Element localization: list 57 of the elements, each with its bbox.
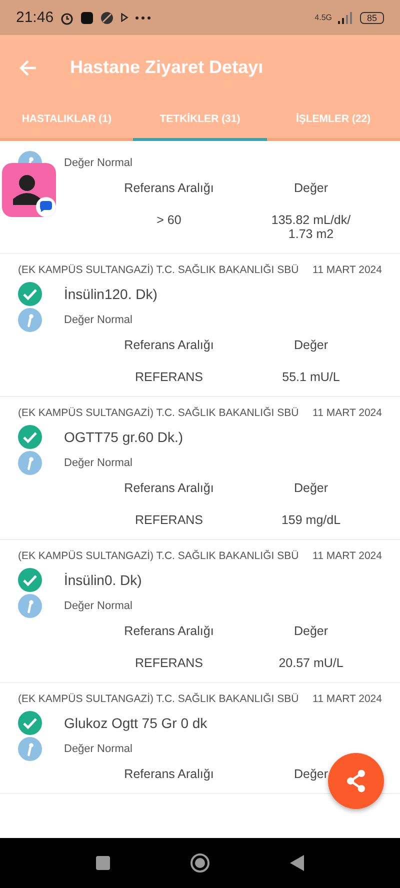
result-date: 11 MART 2024 [312,264,382,276]
more-icon [134,16,151,20]
test-name: İnsülin120. Dk) [64,286,158,302]
network-label: 4.5G [314,13,332,22]
result-date: 11 MART 2024 [312,550,382,562]
column-header: Değer [292,481,330,495]
back-arrow-icon [18,58,38,78]
result-value: 55.1 mU/L [281,370,341,384]
result-value: 135.82 mL/dk/ 1.73 m2 [270,213,352,241]
play-icon [120,13,129,22]
app-icon [80,10,94,24]
chat-head-avatar[interactable] [2,163,56,217]
result-note: Değer Normal [64,457,132,469]
signal-icon [338,12,354,24]
reference-range: > 60 [156,213,182,229]
column-header: Değer [292,624,330,638]
column-header: Değer [292,767,330,781]
result-note: Değer Normal [64,157,132,169]
reference-range: REFERANS [134,513,204,527]
status-time: 21:46 [16,9,54,26]
back-nav-button[interactable] [290,855,304,871]
tab[interactable]: HASTALIKLAR (1) [0,100,134,141]
column-header: Referans Aralığı [123,624,215,638]
result-note: Değer Normal [64,600,132,612]
test-name: OGTT75 gr.60 Dk.) [64,429,184,445]
column-header: Referans Aralığı [123,767,215,781]
reference-range: REFERANS [134,370,204,384]
test-name: Glukoz Ogtt 75 Gr 0 dk [64,715,208,731]
result-note: Değer Normal [64,314,132,326]
tab[interactable]: TETKİKLER (31) [133,100,267,141]
result-note: Değer Normal [64,743,132,755]
home-button[interactable] [190,853,210,873]
column-header: Referans Aralığı [123,338,215,352]
result-date: 11 MART 2024 [312,407,382,419]
info-icon [18,737,42,761]
column-header: Referans Aralığı [123,481,215,495]
info-icon [18,594,42,618]
hospital-name: (EK KAMPÜS SULTANGAZİ) T.C. SAĞLIK BAKANLIĞI SBÜ [18,264,299,276]
hospital-name: (EK KAMPÜS SULTANGAZİ) T.C. SAĞLIK BAKANLIĞI SBÜ [18,550,299,562]
screen-title: Hastane Ziyaret Detayı [70,57,264,78]
info-icon [18,451,42,475]
app-icon [100,10,114,24]
result-value: 20.57 mU/L [278,656,344,670]
alarm-icon [60,10,74,24]
result-date: 11 MART 2024 [312,693,382,705]
column-header: Değer [292,338,330,352]
hospital-name: (EK KAMPÜS SULTANGAZİ) T.C. SAĞLIK BAKANLIĞI SBÜ [18,693,299,705]
result-value: 159 mg/dL [280,513,342,527]
test-name: İnsülin0. Dk) [64,572,142,588]
reference-range: REFERANS [134,656,204,670]
info-icon [18,308,42,332]
column-header: Değer [292,181,330,195]
hospital-name: (EK KAMPÜS SULTANGAZİ) T.C. SAĞLIK BAKANLIĞI SBÜ [18,407,299,419]
share-button[interactable] [328,753,384,809]
tab[interactable]: İŞLEMLER (22) [266,100,400,141]
battery-indicator: 85 [360,12,384,24]
column-header: Referans Aralığı [123,181,215,195]
